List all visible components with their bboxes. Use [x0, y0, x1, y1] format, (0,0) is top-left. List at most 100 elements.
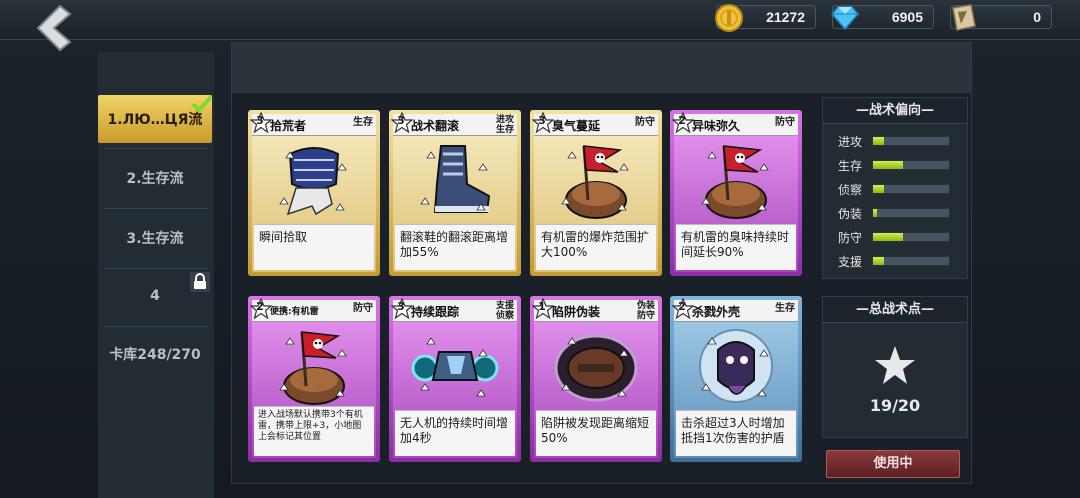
tactic-card[interactable]: 3 臭气蔓延 防守有机雷的爆炸范围扩大100%: [530, 110, 662, 276]
card-tag: 伪装 防守: [636, 301, 655, 321]
tab-card-library[interactable]: 卡库248/270: [98, 330, 212, 378]
drone-icon: [407, 326, 503, 408]
stat-label: 侦察: [838, 183, 863, 197]
tab-divider: [104, 268, 208, 269]
card-description: 击杀超过3人时增加抵挡1次伤害的护盾: [676, 410, 796, 456]
stat-bar-fill: [873, 185, 885, 193]
tab-deck-3[interactable]: 3.生存流: [98, 214, 212, 262]
check-icon: [191, 95, 213, 113]
card-tag: 支援 侦察: [495, 301, 514, 321]
card-description: 瞬间拾取: [254, 224, 374, 270]
tactics-bias-title: —战术偏向—: [823, 98, 967, 124]
star-icon: [875, 346, 915, 384]
total-points-value: 19/20: [869, 396, 921, 415]
card-tag: 防守: [635, 117, 655, 128]
card-cost: 3: [397, 114, 405, 127]
tactic-card[interactable]: 3 持续跟踪 支援 侦察无人机的持续时间增加4秒: [389, 296, 521, 462]
tab-divider: [104, 148, 208, 149]
card-cost: 3: [538, 114, 546, 127]
diamond-icon: [831, 6, 859, 31]
tactic-stat-row: 生存: [838, 157, 958, 175]
stat-label: 防守: [838, 231, 863, 245]
diamond-value: 6905: [891, 9, 923, 25]
card-tag: 进攻 生存: [495, 115, 514, 135]
card-name: 战术翻滚: [411, 119, 460, 133]
coin-icon: [715, 4, 743, 32]
stat-bar: [872, 232, 950, 242]
card-description: 有机雷的臭味持续时间延长90%: [676, 224, 796, 270]
tactic-card[interactable]: 2 杀戮外壳 生存 击杀超过3人时增加抵挡1次伤害的护盾: [670, 296, 802, 462]
tactic-card[interactable]: 3 战术翻滚 进攻 生存翻滚鞋的翻滚距离增加55%: [389, 110, 521, 276]
tab-deck-2[interactable]: 2.生存流: [98, 154, 212, 202]
tactic-card[interactable]: 1 陷阱伪装 伪装 防守陷阱被发现距离缩短50%: [530, 296, 662, 462]
card-cost: 2: [256, 300, 264, 313]
boot-icon: [407, 140, 503, 222]
card-name: 杀戮外壳: [692, 305, 741, 319]
ticket-value: 0: [1033, 9, 1041, 25]
card-cost: 3: [256, 114, 264, 127]
tactic-card[interactable]: 3 拾荒者 生存瞬间拾取: [248, 110, 380, 276]
card-description: 进入战场默认携带3个有机雷，携带上限+3，小地图上会标记其位置: [254, 406, 374, 456]
stat-bar: [872, 184, 950, 194]
card-cost: 1: [538, 300, 546, 313]
tab-deck-4-label: 4: [150, 288, 160, 304]
card-description: 无人机的持续时间增加4秒: [395, 410, 515, 456]
stat-bar-fill: [873, 161, 904, 169]
stat-bar: [872, 136, 950, 146]
stat-label: 伪装: [838, 207, 863, 221]
tactic-card[interactable]: 2 便携:有机雷 防守进入战场默认携带3个有机雷，携带上限+3，小地图上会标记其位置: [248, 296, 380, 462]
stat-bar-fill: [873, 137, 885, 145]
mine-flag-icon: [688, 140, 784, 222]
back-arrow-icon: [36, 4, 72, 52]
card-cost: 2: [678, 300, 686, 313]
diamond-counter: 6905: [831, 5, 934, 31]
card-name: 臭气蔓延: [552, 119, 601, 133]
card-name: 持续跟踪: [411, 305, 460, 319]
total-points-title: —总战术点—: [823, 297, 967, 323]
stat-label: 进攻: [838, 135, 863, 149]
mine-flag-icon: [548, 140, 644, 222]
stat-bar-fill: [873, 209, 877, 217]
back-button[interactable]: [26, 2, 80, 52]
card-description: 有机雷的爆炸范围扩大100%: [536, 224, 656, 270]
stat-bar: [872, 256, 950, 266]
tab-divider: [104, 326, 208, 327]
card-tag: 防守: [775, 117, 795, 128]
card-tag: 防守: [353, 303, 373, 314]
trap-icon: [548, 326, 644, 408]
tactic-stat-row: 支援: [838, 253, 958, 271]
stat-label: 生存: [838, 159, 863, 173]
tactic-card[interactable]: 2 异味弥久 防守有机雷的臭味持续时间延长90%: [670, 110, 802, 276]
armor-icon: [266, 140, 362, 222]
card-name: 异味弥久: [692, 119, 741, 133]
card-description: 翻滚鞋的翻滚距离增加55%: [395, 224, 515, 270]
lock-icon: [190, 272, 210, 292]
stat-bar: [872, 208, 950, 218]
shell-icon: [688, 326, 784, 408]
tactic-stat-row: 伪装: [838, 205, 958, 223]
card-library-label: 卡库248/270: [109, 347, 201, 363]
stat-bar: [872, 160, 950, 170]
tab-deck-3-label: 3.生存流: [126, 231, 184, 247]
ticket-counter: 0: [950, 4, 1052, 31]
card-tag: 生存: [353, 117, 373, 128]
stat-bar-fill: [873, 257, 885, 265]
tactic-stat-row: 进攻: [838, 133, 958, 151]
tactic-stat-row: 防守: [838, 229, 958, 247]
card-name: 拾荒者: [270, 119, 307, 133]
card-name: 便携:有机雷: [270, 307, 319, 317]
panel-header: [232, 43, 971, 93]
tactic-stat-row: 侦察: [838, 181, 958, 199]
tab-deck-1-label: 1.ЛЮ…ЦЯ流: [107, 112, 203, 128]
in-use-button[interactable]: 使用中: [826, 450, 960, 478]
card-description: 陷阱被发现距离缩短50%: [536, 410, 656, 456]
card-cost: 3: [397, 300, 405, 313]
stat-bar-fill: [873, 233, 904, 241]
mine-flag-icon: [266, 326, 362, 408]
tab-divider: [104, 208, 208, 209]
card-name: 陷阱伪装: [552, 305, 601, 319]
coin-value: 21272: [766, 9, 805, 25]
card-cost: 2: [678, 114, 686, 127]
coin-counter: 21272: [715, 4, 816, 32]
stat-label: 支援: [838, 255, 863, 269]
